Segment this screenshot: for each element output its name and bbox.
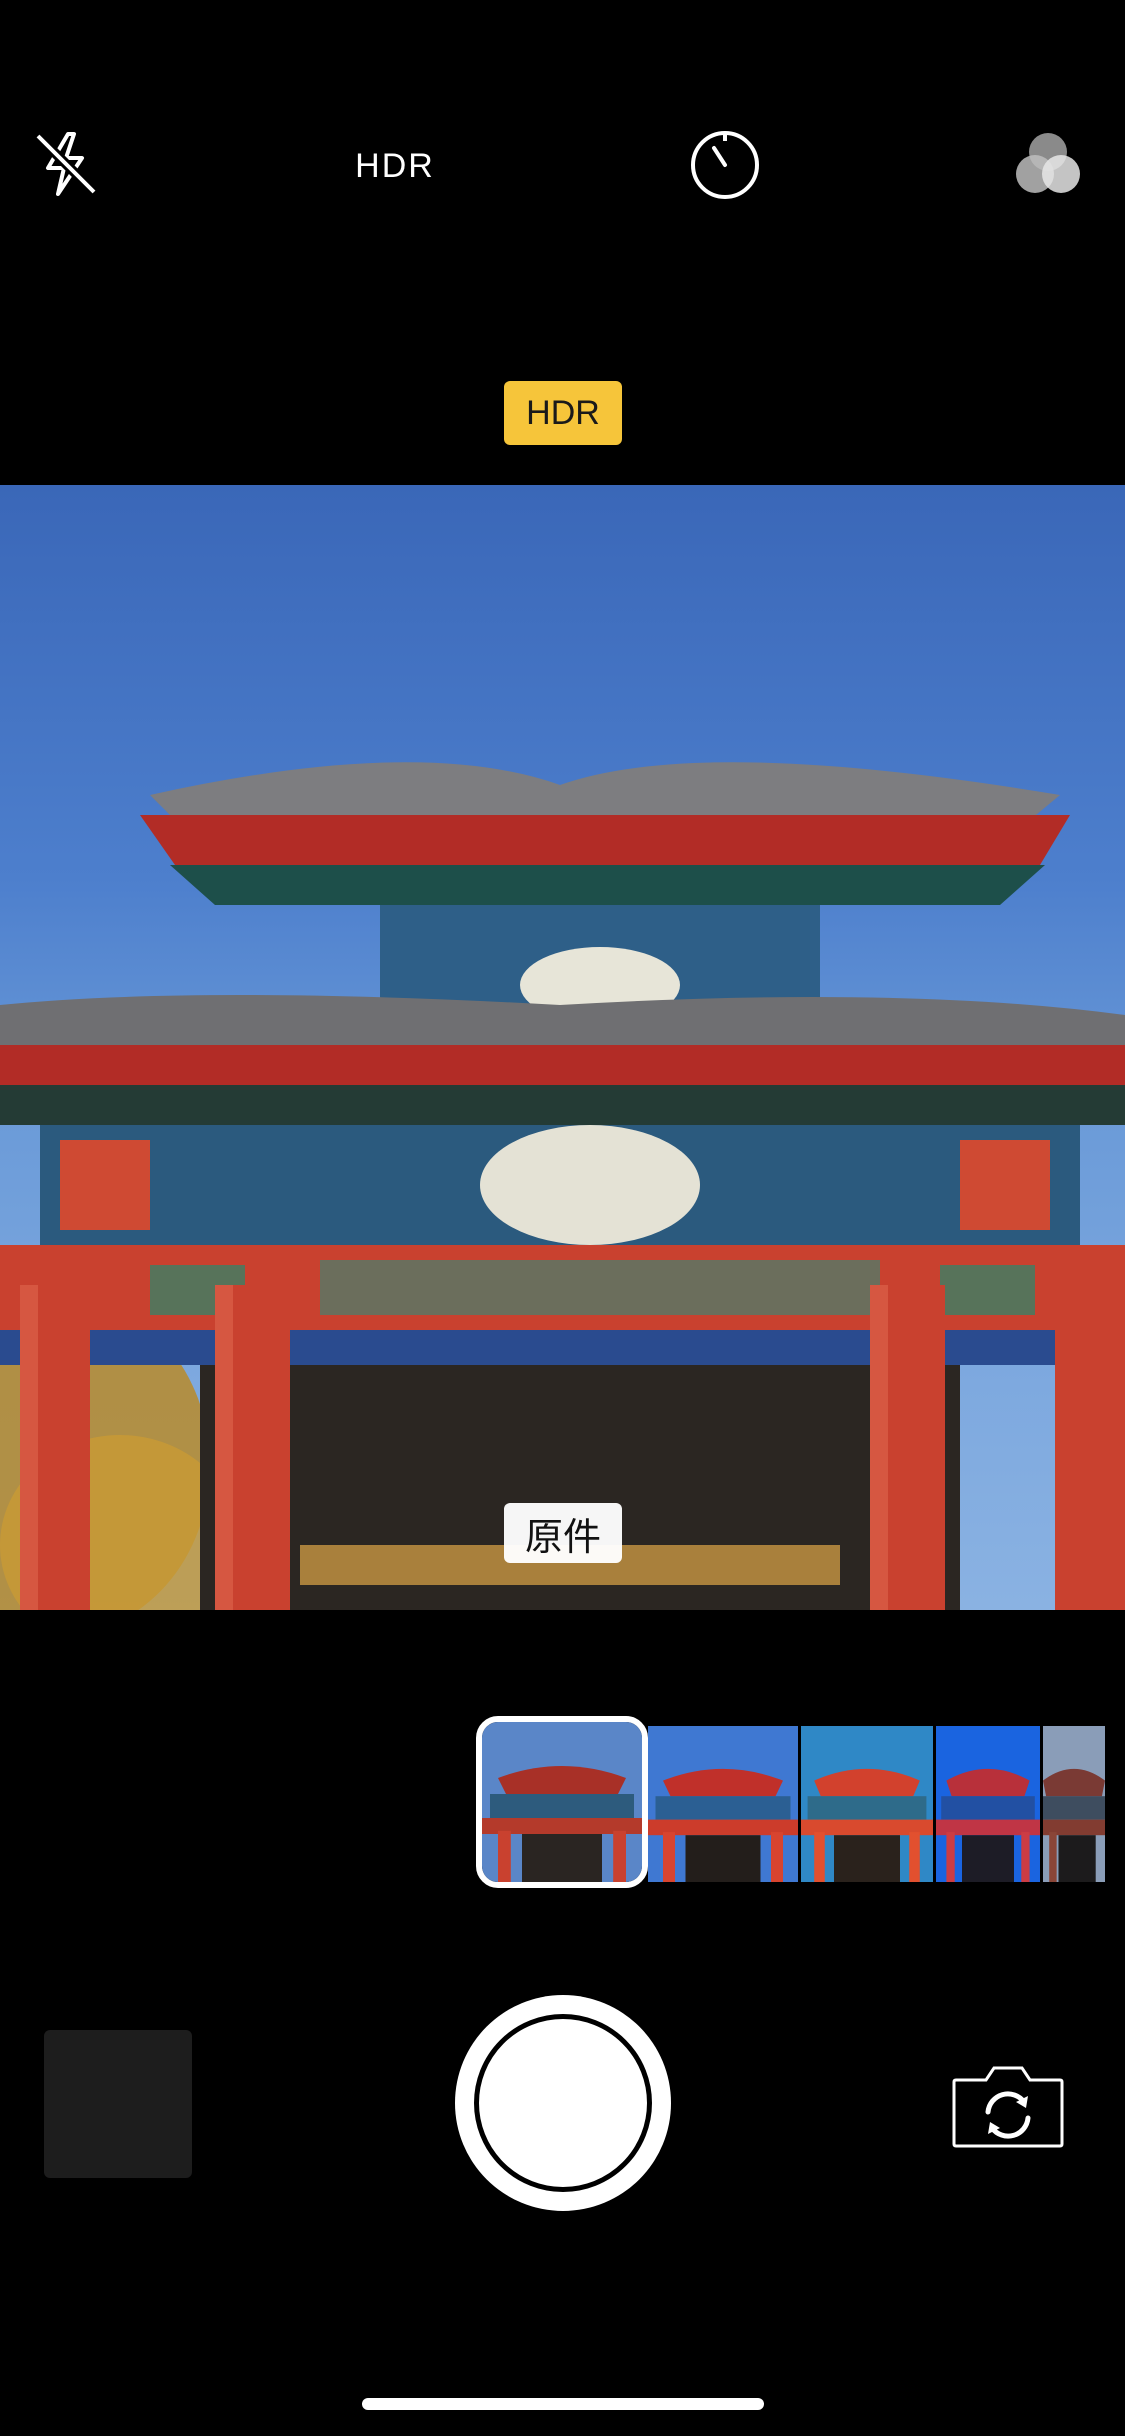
pavilion-scene — [0, 762, 1125, 1610]
hdr-toggle[interactable]: HDR — [330, 138, 460, 194]
flash-toggle[interactable] — [30, 128, 102, 200]
filter-name-label: 原件 — [504, 1503, 622, 1563]
pavilion-thumb-image — [482, 1722, 642, 1882]
shutter-button[interactable] — [455, 1995, 671, 2211]
filter-thumb-original[interactable] — [476, 1716, 648, 1888]
timer-button[interactable] — [688, 128, 762, 202]
filter-strip[interactable] — [476, 1716, 1125, 1892]
timer-icon — [691, 131, 759, 199]
pavilion-thumb-image — [1043, 1726, 1105, 1882]
pavilion-thumb-image — [648, 1726, 798, 1882]
pavilion-thumb-image — [801, 1726, 933, 1882]
filter-thumb-dramatic[interactable] — [1043, 1726, 1105, 1882]
shutter-inner-ring — [474, 2014, 652, 2192]
hdr-badge: HDR — [504, 381, 622, 445]
filter-thumb-vivid-warm[interactable] — [801, 1726, 933, 1882]
pavilion-thumb-image — [936, 1726, 1040, 1882]
camera-viewfinder[interactable] — [0, 485, 1125, 1610]
filter-thumb-vivid[interactable] — [648, 1726, 798, 1882]
filters-button[interactable] — [1008, 128, 1088, 202]
switch-camera-icon — [952, 2066, 1064, 2148]
switch-camera-button[interactable] — [950, 2060, 1066, 2150]
filter-thumb-vivid-cool[interactable] — [936, 1726, 1040, 1882]
filters-icon — [1016, 133, 1080, 193]
home-indicator — [362, 2398, 764, 2410]
last-photo-thumbnail[interactable] — [44, 2030, 192, 2178]
flash-off-icon — [34, 132, 98, 196]
